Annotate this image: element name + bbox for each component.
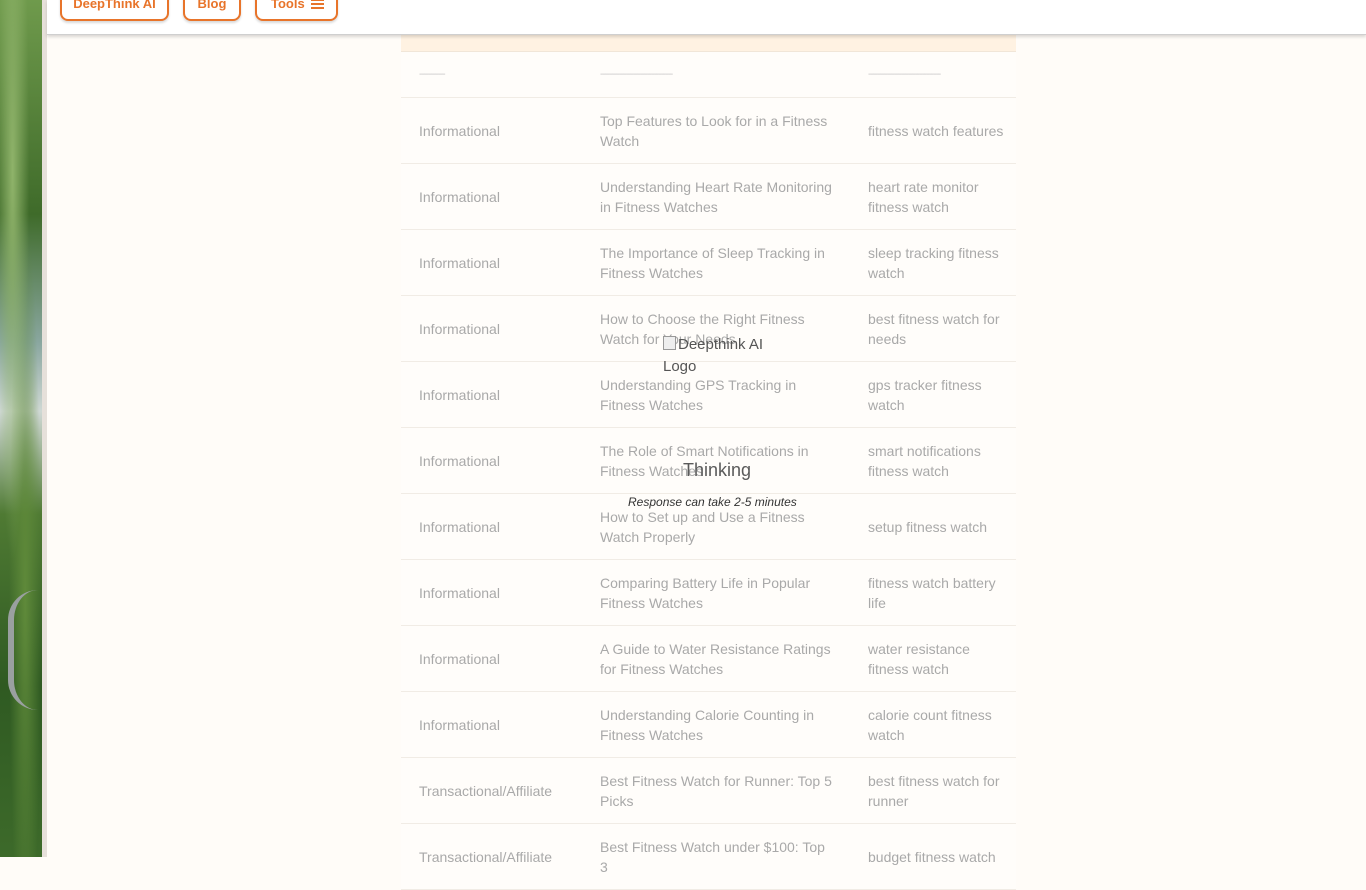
table-cell-keyword: gps tracker fitness watch: [868, 376, 982, 413]
table-row: Transactional/Affiliate Best Fitness Watc…: [401, 758, 1016, 824]
table-row: Informational Understanding Calorie Count…: [401, 692, 1016, 758]
table-cell-type: Informational: [419, 188, 500, 205]
background-scenery-image: [0, 0, 42, 857]
table-cell-type: Informational: [419, 320, 500, 337]
logo-alt-text: Deepthink AI Logo: [663, 336, 764, 375]
table-row: Informational A Guide to Water Resistance…: [401, 626, 1016, 692]
table-cell-keyword: heart rate monitor fitness watch: [868, 178, 979, 215]
table-row: Informational The Importance of Sleep Tra…: [401, 230, 1016, 296]
table-row: Informational Top Features to Look for in…: [401, 98, 1016, 164]
table-cell-keyword: calorie count fitness watch: [868, 706, 992, 743]
nav-tools-button[interactable]: Tools: [255, 0, 338, 21]
table-row: Informational Comparing Battery Life in P…: [401, 560, 1016, 626]
table-cell-type: Informational: [419, 452, 500, 469]
table-cell-title: Best Fitness Watch for Runner: Top 5 Pic…: [600, 772, 832, 809]
separator-cell: -------------------------------: [600, 68, 673, 80]
table-cell-keyword: best fitness watch for needs: [868, 310, 1000, 347]
table-cell-keyword: fitness watch battery life: [868, 574, 996, 611]
table-cell-keyword: water resistance fitness watch: [868, 640, 970, 677]
separator-cell: -----------: [419, 68, 446, 80]
top-nav-bar: DeepThink AI Blog Tools: [47, 0, 1366, 35]
page-edge: [42, 0, 47, 857]
nav-deepthink-ai-button[interactable]: DeepThink AI: [60, 0, 169, 21]
table-cell-keyword: setup fitness watch: [868, 518, 988, 535]
nav-label: Tools: [271, 0, 305, 11]
nav-label: DeepThink AI: [73, 0, 156, 11]
menu-icon: [311, 0, 324, 9]
table-cell-type: Informational: [419, 254, 500, 271]
road-graphic: [8, 590, 44, 710]
table-cell-keyword: best fitness watch for runner: [868, 772, 1000, 809]
table-cell-type: Informational: [419, 122, 500, 139]
thinking-status: Thinking: [683, 460, 752, 480]
table-cell-type: Informational: [419, 386, 500, 403]
nav-label: Blog: [197, 0, 227, 11]
nav-blog-button[interactable]: Blog: [183, 0, 241, 21]
table-cell-keyword: fitness watch features: [868, 122, 1004, 139]
table-cell-title: Top Features to Look for in a Fitness Wa…: [600, 112, 828, 149]
table-cell-keyword: smart notifications fitness watch: [868, 442, 981, 479]
table-row: Informational Understanding Heart Rate Mo…: [401, 164, 1016, 230]
table-cell-type: Informational: [419, 584, 500, 601]
table-cell-title: Comparing Battery Life in Popular Fitnes…: [600, 574, 811, 611]
table-row: Transactional/Affiliate Best Fitness Watc…: [401, 824, 1016, 890]
table-cell-title: Understanding Calorie Counting in Fitnes…: [600, 706, 815, 743]
table-separator-row: ----------- ----------------------------…: [401, 52, 1016, 98]
deepthink-logo-image: Deepthink AI Logo: [663, 334, 773, 378]
table-cell-type: Informational: [419, 518, 500, 535]
separator-cell: -------------------------------: [868, 68, 941, 80]
table-cell-type: Transactional/Affiliate: [419, 782, 553, 799]
table-cell-type: Informational: [419, 716, 500, 733]
table-cell-title: A Guide to Water Resistance Ratings for …: [600, 640, 831, 677]
table-cell-keyword: sleep tracking fitness watch: [868, 244, 999, 281]
broken-image-icon: [663, 336, 676, 350]
response-time-note: Response can take 2-5 minutes: [628, 495, 797, 509]
table-cell-title: The Importance of Sleep Tracking in Fitn…: [600, 244, 825, 281]
table-cell-type: Informational: [419, 650, 500, 667]
table-cell-title: Understanding Heart Rate Monitoring in F…: [600, 178, 832, 215]
